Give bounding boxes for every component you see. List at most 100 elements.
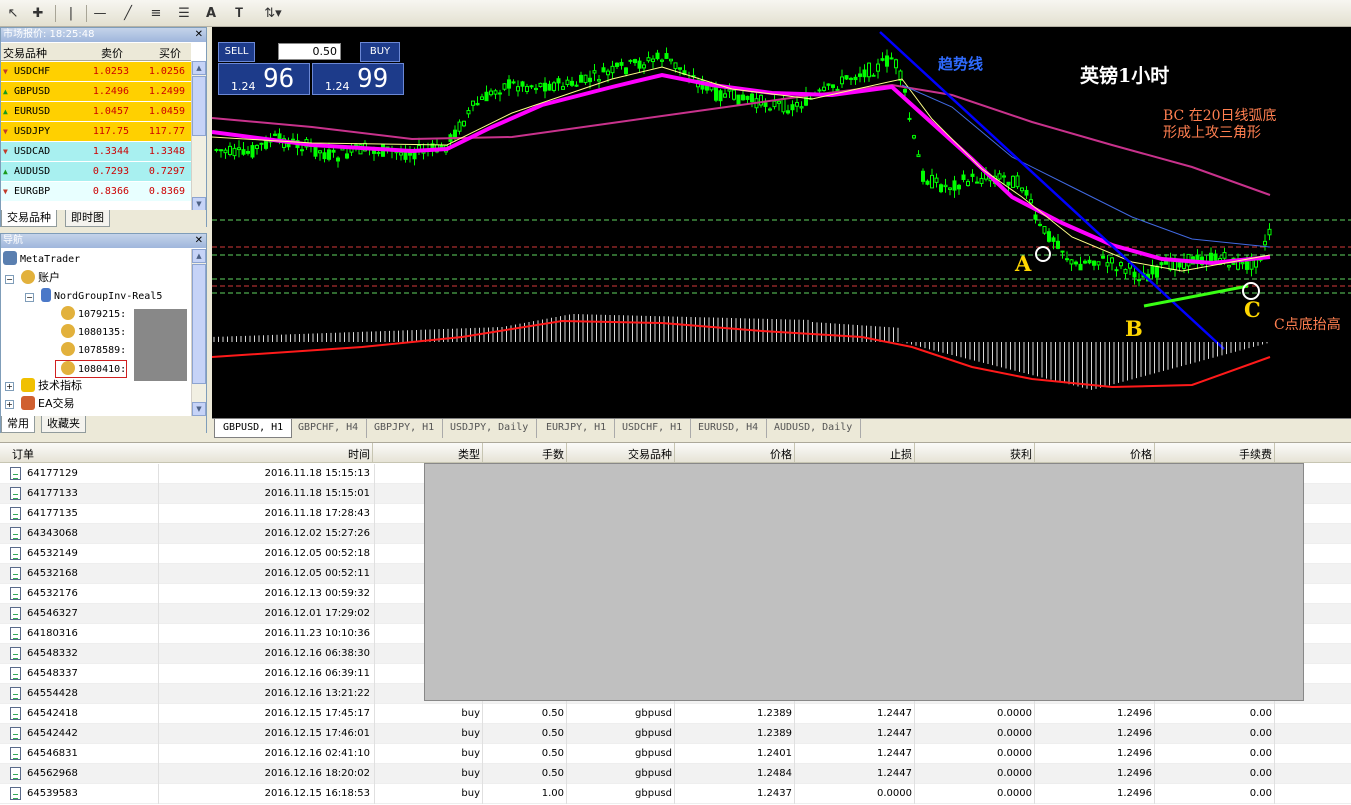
collapse-icon[interactable]: − bbox=[25, 293, 34, 302]
nav-ea[interactable]: EA交易 bbox=[21, 395, 74, 413]
column-header[interactable]: 手续费 bbox=[1156, 446, 1272, 462]
order-icon bbox=[10, 647, 21, 660]
cell-fee: 0.00 bbox=[1249, 768, 1272, 779]
market-watch-row[interactable]: ▼ USDCAD 1.3344 1.3348 bbox=[1, 142, 191, 162]
table-row[interactable]: 64539583 2016.12.15 16:18:53 buy 1.00 gbpusd… bbox=[0, 784, 1351, 804]
buy-button[interactable]: BUY bbox=[360, 42, 400, 62]
nav-account-item[interactable]: 1080410: bbox=[55, 360, 128, 378]
sell-price-button[interactable]: 1.24 96 bbox=[218, 63, 310, 95]
column-header[interactable]: 价格 bbox=[1036, 446, 1152, 462]
col-ask[interactable]: 买价 bbox=[159, 45, 181, 61]
cell-time: 2016.11.23 10:10:36 bbox=[264, 628, 370, 639]
column-header[interactable]: 订单 bbox=[12, 446, 34, 462]
crosshair-icon[interactable]: ✚ bbox=[27, 3, 49, 23]
tab-common[interactable]: 常用 bbox=[1, 416, 35, 433]
nav-account-item[interactable]: 1080135: bbox=[61, 324, 126, 342]
scroll-thumb[interactable] bbox=[192, 76, 206, 136]
cell-time: 2016.12.15 16:18:53 bbox=[264, 788, 370, 799]
cell-order: 64554428 bbox=[27, 688, 78, 699]
horizontal-line-icon[interactable]: — bbox=[89, 3, 111, 23]
text-label-icon[interactable]: 𝐓 bbox=[228, 3, 250, 23]
expand-icon[interactable]: + bbox=[5, 382, 14, 391]
scroll-down-icon[interactable]: ▼ bbox=[192, 197, 206, 211]
table-row[interactable]: 64546831 2016.12.16 02:41:10 buy 0.50 gbpusd… bbox=[0, 744, 1351, 764]
market-watch-row[interactable]: ▼ USDCHF 1.0253 1.0256 bbox=[1, 62, 191, 82]
scroll-up-icon[interactable]: ▲ bbox=[192, 249, 206, 263]
candle-body bbox=[669, 58, 673, 62]
cell-divider bbox=[374, 524, 375, 544]
market-watch-row[interactable]: ▲ GBPUSD 1.2496 1.2499 bbox=[1, 82, 191, 102]
sell-button[interactable]: SELL bbox=[218, 42, 255, 62]
nav-indicators[interactable]: 技术指标 bbox=[21, 377, 82, 395]
table-row[interactable]: 64542418 2016.12.15 17:45:17 buy 0.50 gbpusd… bbox=[0, 704, 1351, 724]
scroll-down-icon[interactable]: ▼ bbox=[192, 402, 206, 416]
column-header[interactable]: 交易品种 bbox=[568, 446, 672, 462]
expand-icon[interactable]: + bbox=[5, 400, 14, 409]
chart-tab[interactable]: USDJPY, Daily bbox=[442, 419, 538, 438]
close-icon[interactable]: ✕ bbox=[195, 234, 203, 248]
nav-account-item[interactable]: 1079215: bbox=[61, 306, 126, 324]
column-header[interactable]: 手数 bbox=[484, 446, 564, 462]
column-header[interactable]: 获利 bbox=[916, 446, 1032, 462]
tab-tick-chart[interactable]: 即时图 bbox=[65, 210, 110, 227]
navigator-scrollbar[interactable]: ▲ ▼ bbox=[191, 249, 206, 416]
chart-tab[interactable]: GBPUSD, H1 bbox=[214, 419, 293, 438]
column-header[interactable]: 时间 bbox=[160, 446, 370, 462]
candle-body bbox=[921, 170, 925, 182]
column-header[interactable]: 类型 bbox=[376, 446, 480, 462]
candle-body bbox=[961, 174, 966, 180]
tab-symbols[interactable]: 交易品种 bbox=[1, 210, 57, 227]
candle-body bbox=[457, 121, 462, 132]
buy-price-button[interactable]: 1.24 99 bbox=[312, 63, 404, 95]
candle-body bbox=[462, 120, 466, 127]
market-watch-scrollbar[interactable]: ▲ ▼ bbox=[191, 61, 206, 211]
table-row[interactable]: 64542442 2016.12.15 17:46:01 buy 0.50 gbpusd… bbox=[0, 724, 1351, 744]
candle-body bbox=[273, 133, 277, 136]
chart-tab[interactable]: GBPCHF, H4 bbox=[290, 419, 368, 438]
column-header[interactable]: 价格 bbox=[676, 446, 792, 462]
scroll-thumb[interactable] bbox=[192, 264, 206, 384]
fibonacci-icon[interactable]: ≡ bbox=[145, 3, 167, 23]
nav-accounts[interactable]: 账户 bbox=[21, 269, 60, 287]
chart-tab[interactable]: EURUSD, H4 bbox=[690, 419, 768, 438]
column-header[interactable]: 止损 bbox=[796, 446, 912, 462]
candle-body bbox=[970, 173, 975, 177]
arrows-icon[interactable]: ⇅▾ bbox=[258, 3, 288, 23]
col-bid[interactable]: 卖价 bbox=[101, 45, 123, 61]
chart-tab[interactable]: GBPJPY, H1 bbox=[366, 419, 444, 438]
cursor-icon[interactable]: ↖ bbox=[2, 3, 24, 23]
chart-tab[interactable]: EURJPY, H1 bbox=[538, 419, 616, 438]
tab-favorites[interactable]: 收藏夹 bbox=[41, 416, 86, 433]
col-symbol[interactable]: 交易品种 bbox=[3, 45, 47, 61]
chart-tab[interactable]: USDCHF, H1 bbox=[614, 419, 692, 438]
market-watch-row[interactable]: ▲ EURUSD 1.0457 1.0459 bbox=[1, 102, 191, 122]
candle-body bbox=[480, 96, 484, 100]
channels-icon[interactable]: ☰ bbox=[173, 3, 195, 23]
close-icon[interactable]: ✕ bbox=[195, 28, 203, 42]
buy-price-prefix: 1.24 bbox=[325, 80, 350, 93]
candle-body bbox=[1177, 262, 1182, 268]
nav-server[interactable]: NordGroupInv-Real5 bbox=[41, 288, 162, 306]
candle-body bbox=[1078, 263, 1083, 271]
price-chart[interactable]: SELL 0.50 BUY 1.24 96 1.24 99 趋势线 英镑1小时 … bbox=[212, 27, 1351, 418]
text-icon[interactable]: A bbox=[200, 3, 222, 23]
cell-price: 1.2389 bbox=[757, 728, 792, 739]
nav-account-item[interactable]: 1078589: bbox=[61, 342, 126, 360]
market-watch-row[interactable]: ▼ USDJPY 117.75 117.77 bbox=[1, 122, 191, 142]
market-watch-row[interactable]: ▲ AUDUSD 0.7293 0.7297 bbox=[1, 162, 191, 182]
arrow-up-icon: ▲ bbox=[3, 167, 8, 176]
lot-size-input[interactable]: 0.50 bbox=[278, 43, 341, 60]
nav-ea-label: EA交易 bbox=[38, 397, 75, 410]
chart-tab[interactable]: AUDUSD, Daily bbox=[766, 419, 862, 438]
table-row[interactable]: 64562968 2016.12.16 18:20:02 buy 0.50 gbpusd… bbox=[0, 764, 1351, 784]
ea-icon bbox=[21, 396, 35, 410]
candle-body bbox=[1245, 261, 1249, 270]
market-watch-row[interactable]: ▼ EURGBP 0.8366 0.8369 bbox=[1, 182, 191, 202]
trend-line-icon[interactable]: ╱ bbox=[117, 3, 139, 23]
candle-body bbox=[484, 91, 489, 102]
vertical-line-icon[interactable]: | bbox=[60, 3, 82, 23]
collapse-icon[interactable]: − bbox=[5, 275, 14, 284]
scroll-up-icon[interactable]: ▲ bbox=[192, 61, 206, 75]
nav-root[interactable]: MetaTrader bbox=[3, 251, 80, 269]
candle-body bbox=[255, 144, 259, 149]
